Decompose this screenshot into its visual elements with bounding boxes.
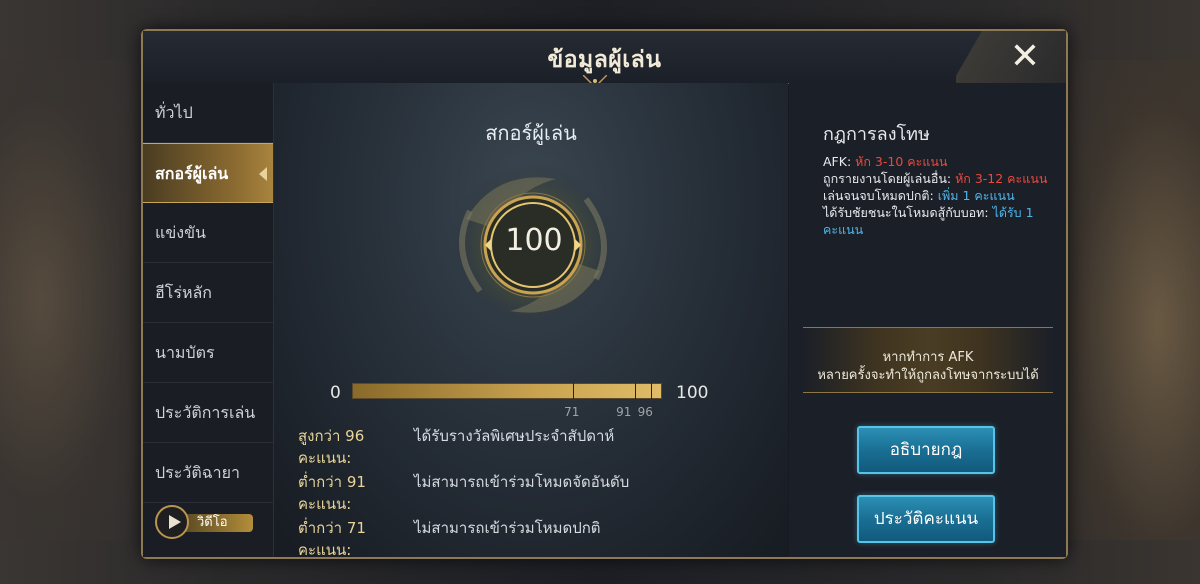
rule-effect: ไม่สามารถเข้าร่วมโหมดจัดอันดับ bbox=[414, 473, 630, 491]
sidebar-item-label: แข่งขัน bbox=[155, 223, 206, 242]
score-tick-label: 71 bbox=[564, 405, 580, 419]
score-bar-min: 0 bbox=[330, 383, 341, 403]
sidebar-item-general[interactable]: ทั่วไป bbox=[143, 83, 273, 143]
sidebar-item-main-heroes[interactable]: ฮีโร่หลัก bbox=[143, 263, 273, 323]
sidebar-item-label: ฮีโร่หลัก bbox=[155, 283, 212, 302]
score-threshold-mark bbox=[573, 383, 575, 399]
rule-condition: ต่ำกว่า 71 คะแนน: bbox=[298, 519, 366, 559]
rule-condition: ต่ำกว่า 91 คะแนน: bbox=[298, 473, 366, 513]
player-info-dialog: ข้อมูลผู้เล่น ✕ ทั่วไป สกอร์ผู้เล่น แข่ง… bbox=[141, 29, 1068, 559]
rule-condition: สูงกว่า 96 คะแนน: bbox=[298, 427, 365, 467]
score-threshold-mark bbox=[635, 383, 637, 399]
rule-row: สูงกว่า 96 คะแนน: ได้รับรางวัลพิเศษประจำ… bbox=[298, 425, 768, 469]
rule-row: ต่ำกว่า 91 คะแนน: ไม่สามารถเข้าร่วมโหมดจ… bbox=[298, 471, 768, 515]
penalty-label: AFK: bbox=[823, 154, 856, 169]
score-threshold-mark bbox=[650, 383, 652, 399]
score-progress-bar bbox=[352, 383, 662, 399]
afk-warning: หากทำการ AFK หลายครั้งจะทำให้ถูกลงโทษจาก… bbox=[803, 327, 1053, 393]
score-bar-max: 100 bbox=[676, 383, 709, 403]
sidebar-item-label: ประวัติการเล่น bbox=[155, 403, 256, 422]
score-tick-label: 91 bbox=[616, 405, 632, 419]
video-button[interactable]: วิดีโอ bbox=[155, 505, 260, 541]
score-tick-label: 96 bbox=[637, 405, 653, 419]
penalty-panel: กฎการลงโทษ AFK: หัก 3-10 คะแนน ถูกรายงาน… bbox=[789, 83, 1066, 557]
player-score-value: 100 bbox=[505, 223, 563, 258]
sidebar-item-label: ทั่วไป bbox=[155, 103, 193, 122]
explain-rules-button[interactable]: อธิบายกฎ bbox=[857, 426, 995, 474]
close-button[interactable]: ✕ bbox=[1006, 39, 1044, 77]
sidebar-item-competition[interactable]: แข่งขัน bbox=[143, 203, 273, 263]
video-label: วิดีโอ bbox=[197, 515, 228, 530]
close-area: ✕ bbox=[956, 31, 1066, 83]
background-blur-right bbox=[1060, 60, 1200, 540]
score-progress-fill bbox=[353, 384, 661, 398]
rule-effect: ได้รับรางวัลพิเศษประจำสัปดาห์ bbox=[414, 427, 615, 445]
sidebar-item-title-history[interactable]: ประวัติฉายา bbox=[143, 443, 273, 503]
sidebar-item-match-history[interactable]: ประวัติการเล่น bbox=[143, 383, 273, 443]
sidebar-item-label: สกอร์ผู้เล่น bbox=[155, 164, 229, 183]
sidebar-item-player-score[interactable]: สกอร์ผู้เล่น bbox=[143, 143, 273, 203]
penalty-value: หัก 3-12 คะแนน bbox=[955, 171, 1048, 186]
penalty-label: เล่นจนจบโหมดปกติ: bbox=[823, 188, 938, 203]
sidebar-item-name-card[interactable]: นามบัตร bbox=[143, 323, 273, 383]
afk-warning-line2: หลายครั้งจะทำให้ถูกลงโทษจากระบบได้ bbox=[817, 368, 1039, 383]
penalty-value: เพิ่ม 1 คะแนน bbox=[937, 188, 1015, 203]
dialog-title: ข้อมูลผู้เล่น bbox=[547, 47, 662, 73]
sidebar-item-label: ประวัติฉายา bbox=[155, 463, 240, 482]
score-panel: สกอร์ผู้เล่น 100 0 100 71 91 96 สูงกว่า … bbox=[274, 83, 788, 559]
penalty-label: ได้รับชัยชนะในโหมดสู้กับบอท: bbox=[823, 205, 993, 220]
score-panel-title: สกอร์ผู้เล่น bbox=[485, 121, 577, 145]
penalty-title: กฎการลงโทษ bbox=[823, 124, 930, 145]
penalty-list: AFK: หัก 3-10 คะแนน ถูกรายงานโดยผู้เล่นอ… bbox=[823, 153, 1055, 238]
sidebar-item-label: นามบัตร bbox=[155, 343, 215, 362]
penalty-line: เล่นจนจบโหมดปกติ: เพิ่ม 1 คะแนน bbox=[823, 187, 1055, 204]
sidebar: ทั่วไป สกอร์ผู้เล่น แข่งขัน ฮีโร่หลัก นา… bbox=[143, 83, 274, 557]
dialog-titlebar: ข้อมูลผู้เล่น ✕ bbox=[143, 31, 1066, 89]
penalty-line: ได้รับชัยชนะในโหมดสู้กับบอท: ได้รับ 1 คะ… bbox=[823, 204, 1055, 238]
rule-effect: ไม่สามารถเข้าร่วมโหมดปกติ bbox=[414, 519, 601, 537]
penalty-line: AFK: หัก 3-10 คะแนน bbox=[823, 153, 1055, 170]
active-arrow-icon bbox=[259, 167, 267, 181]
penalty-value: หัก 3-10 คะแนน bbox=[855, 154, 948, 169]
rule-row: ต่ำกว่า 71 คะแนน: ไม่สามารถเข้าร่วมโหมดป… bbox=[298, 517, 768, 561]
penalty-line: ถูกรายงานโดยผู้เล่นอื่น: หัก 3-12 คะแนน bbox=[823, 170, 1055, 187]
play-icon bbox=[155, 505, 189, 539]
penalty-label: ถูกรายงานโดยผู้เล่นอื่น: bbox=[823, 171, 956, 186]
background-blur-left bbox=[0, 60, 140, 540]
score-history-button[interactable]: ประวัติคะแนน bbox=[857, 495, 995, 543]
